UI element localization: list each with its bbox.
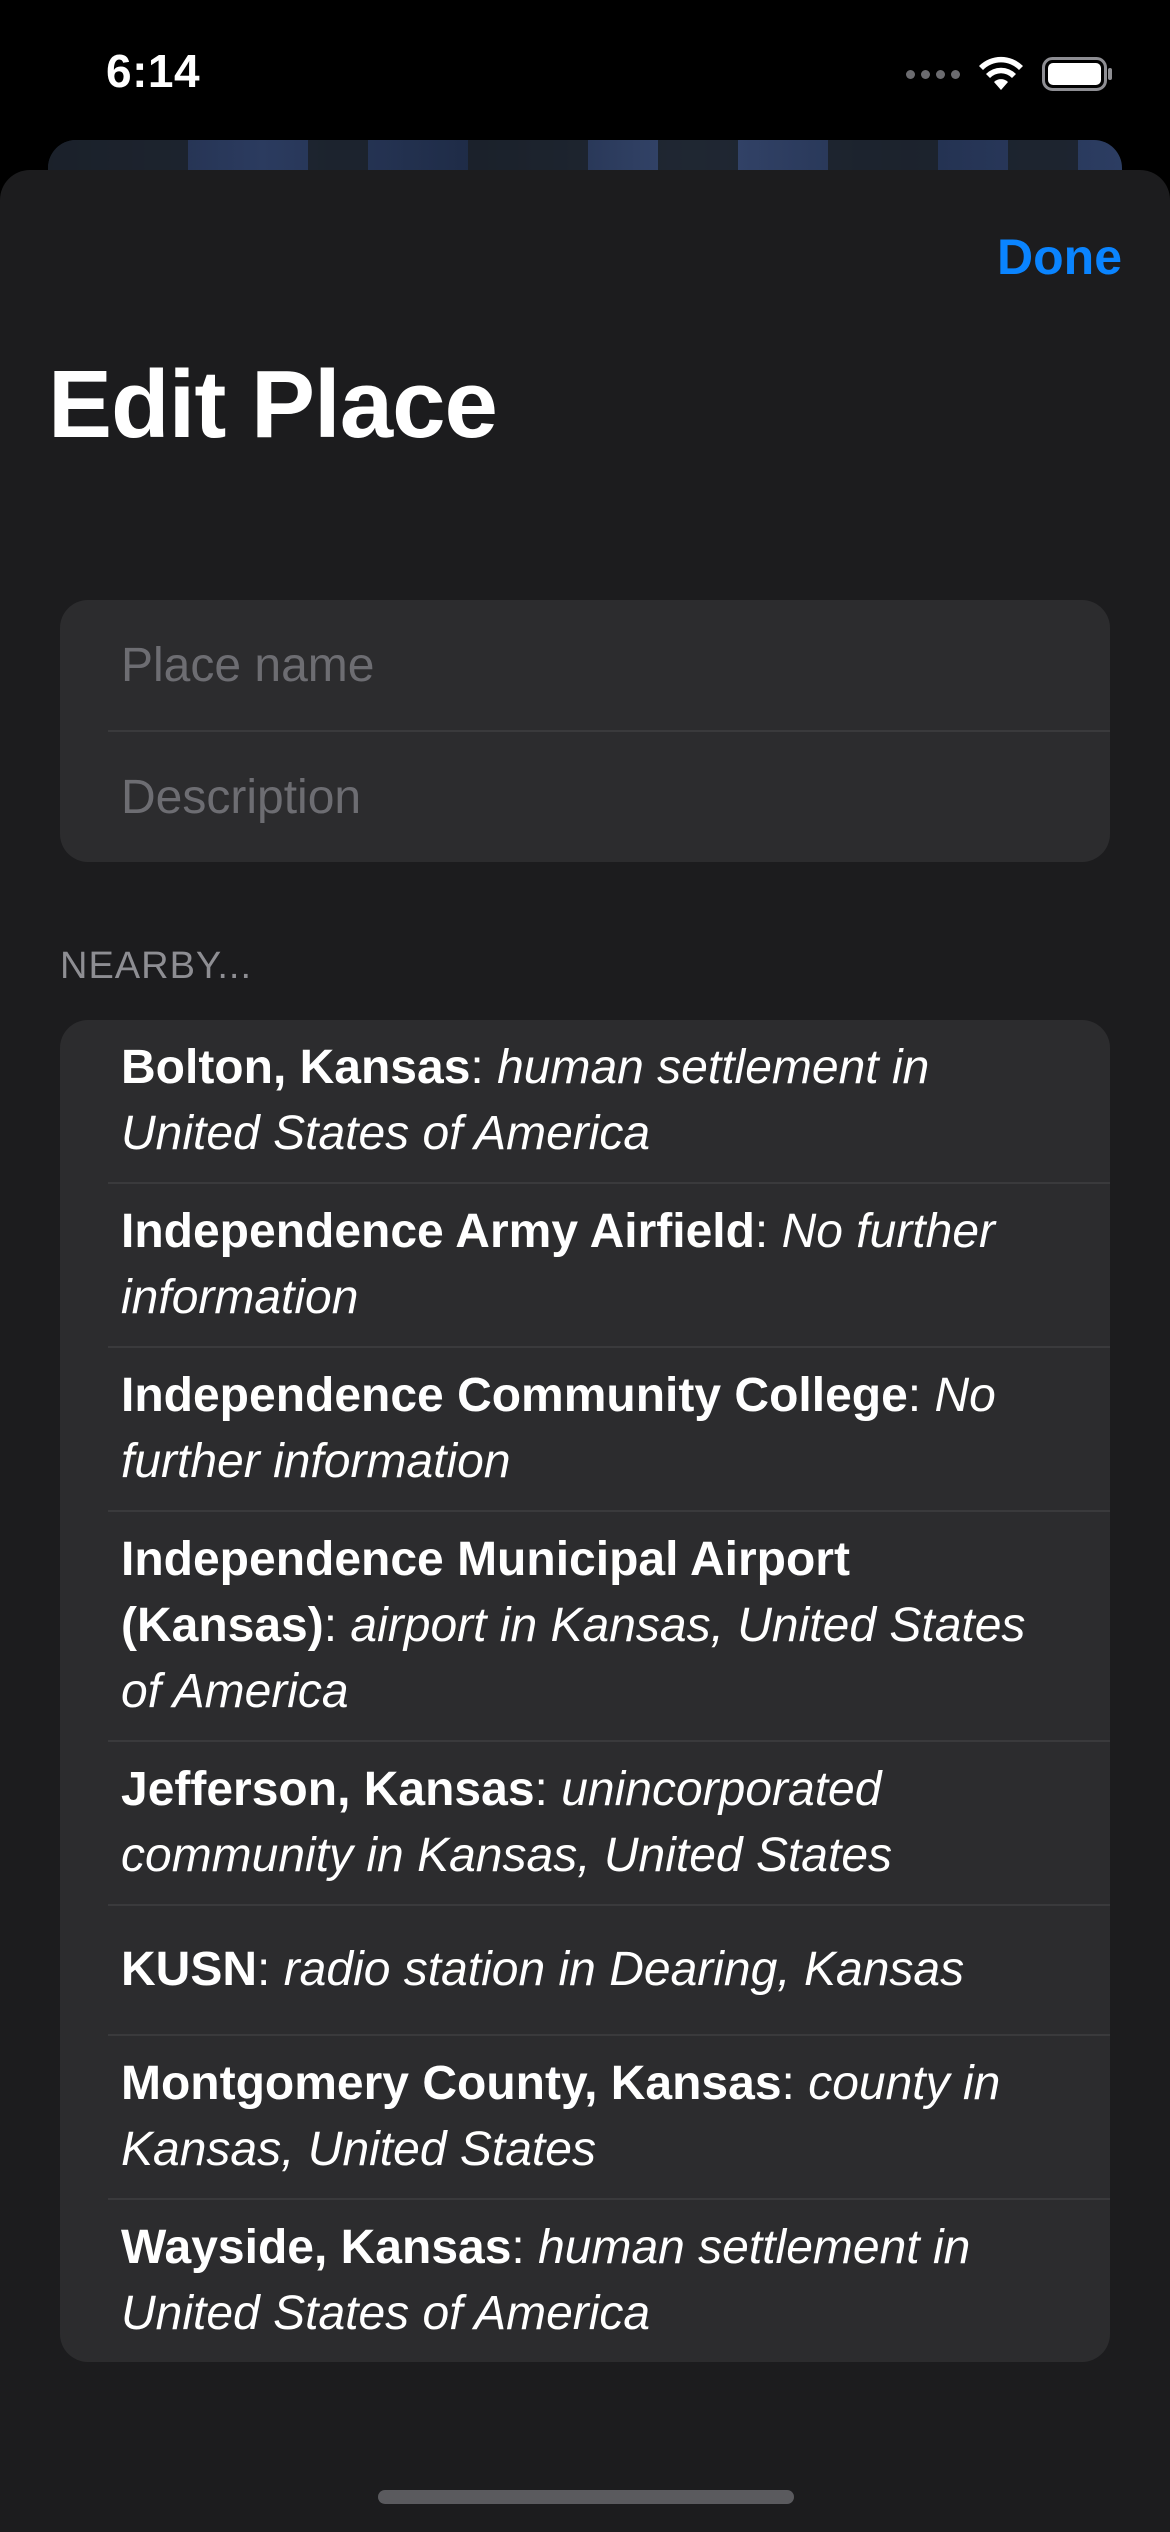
nearby-item[interactable]: Montgomery County, Kansas: county in Kan… [60, 2036, 1110, 2198]
status-time: 6:14 [106, 45, 201, 97]
nearby-section-header: NEARBY... [60, 945, 253, 987]
nearby-item-separator: : [257, 1943, 284, 1996]
nearby-item-separator: : [511, 2221, 539, 2274]
nearby-item[interactable]: Independence Municipal Airport (Kansas):… [60, 1512, 1110, 1740]
nearby-item-name: Montgomery County, Kansas [121, 2057, 782, 2110]
nearby-item[interactable]: Independence Army Airfield: No further i… [60, 1184, 1110, 1346]
nearby-item-text: KUSN: radio station in Dearing, Kansas [121, 1937, 964, 2003]
nearby-item-text: Wayside, Kansas: human settlement in Uni… [121, 2215, 1060, 2347]
nearby-item-separator: : [323, 1599, 351, 1652]
nearby-item-separator: : [534, 1763, 562, 1816]
nearby-item-name: Bolton, Kansas [121, 1041, 471, 1094]
nearby-item-text: Bolton, Kansas: human settlement in Unit… [121, 1035, 1060, 1167]
nearby-item-description: radio station in Dearing, Kansas [283, 1943, 965, 1996]
nearby-item-separator: : [470, 1041, 498, 1094]
description-input[interactable] [60, 769, 1110, 825]
nearby-item[interactable]: Bolton, Kansas: human settlement in Unit… [60, 1020, 1110, 1182]
nearby-list: Bolton, Kansas: human settlement in Unit… [60, 1020, 1110, 2362]
home-indicator[interactable] [378, 2490, 794, 2504]
place-name-field [60, 600, 1110, 730]
nearby-item-name: Independence Army Airfield [121, 1205, 755, 1258]
nearby-item[interactable]: KUSN: radio station in Dearing, Kansas [60, 1906, 1110, 2034]
nearby-item[interactable]: Independence Community College: No furth… [60, 1348, 1110, 1510]
nearby-item-text: Jefferson, Kansas: unincorporated commun… [121, 1757, 1060, 1889]
nearby-item-text: Independence Community College: No furth… [121, 1363, 1060, 1495]
battery-icon [1042, 57, 1112, 91]
page-title: Edit Place [48, 351, 498, 458]
nearby-item[interactable]: Jefferson, Kansas: unincorporated commun… [60, 1742, 1110, 1904]
nearby-item-text: Independence Army Airfield: No further i… [121, 1199, 1060, 1331]
nearby-item-text: Independence Municipal Airport (Kansas):… [121, 1527, 1060, 1725]
nearby-item-name: Independence Community College [121, 1369, 908, 1422]
nearby-item-separator: : [781, 2057, 809, 2110]
description-field [60, 732, 1110, 862]
nearby-item-name: Jefferson, Kansas [121, 1763, 535, 1816]
nearby-item-name: KUSN [121, 1943, 258, 1996]
edit-place-sheet: Done Edit Place NEARBY... Bolton, Kansas… [0, 170, 1170, 2532]
nearby-item-text: Montgomery County, Kansas: county in Kan… [121, 2051, 1060, 2183]
place-form [60, 600, 1110, 862]
screen: 6:14 Done Edit Place Place name Descript… [0, 0, 1170, 2532]
nearby-item[interactable]: Wayside, Kansas: human settlement in Uni… [60, 2200, 1110, 2362]
cellular-signal-icon [906, 69, 960, 79]
nearby-item-name: Wayside, Kansas [121, 2221, 512, 2274]
nearby-item-separator: : [907, 1369, 935, 1422]
place-name-input[interactable] [60, 637, 1110, 693]
nearby-item-separator: : [754, 1205, 782, 1258]
status-bar: 6:14 [0, 0, 1170, 140]
wifi-icon [979, 56, 1023, 90]
status-indicators [906, 52, 1114, 96]
done-button[interactable]: Done [997, 228, 1122, 286]
